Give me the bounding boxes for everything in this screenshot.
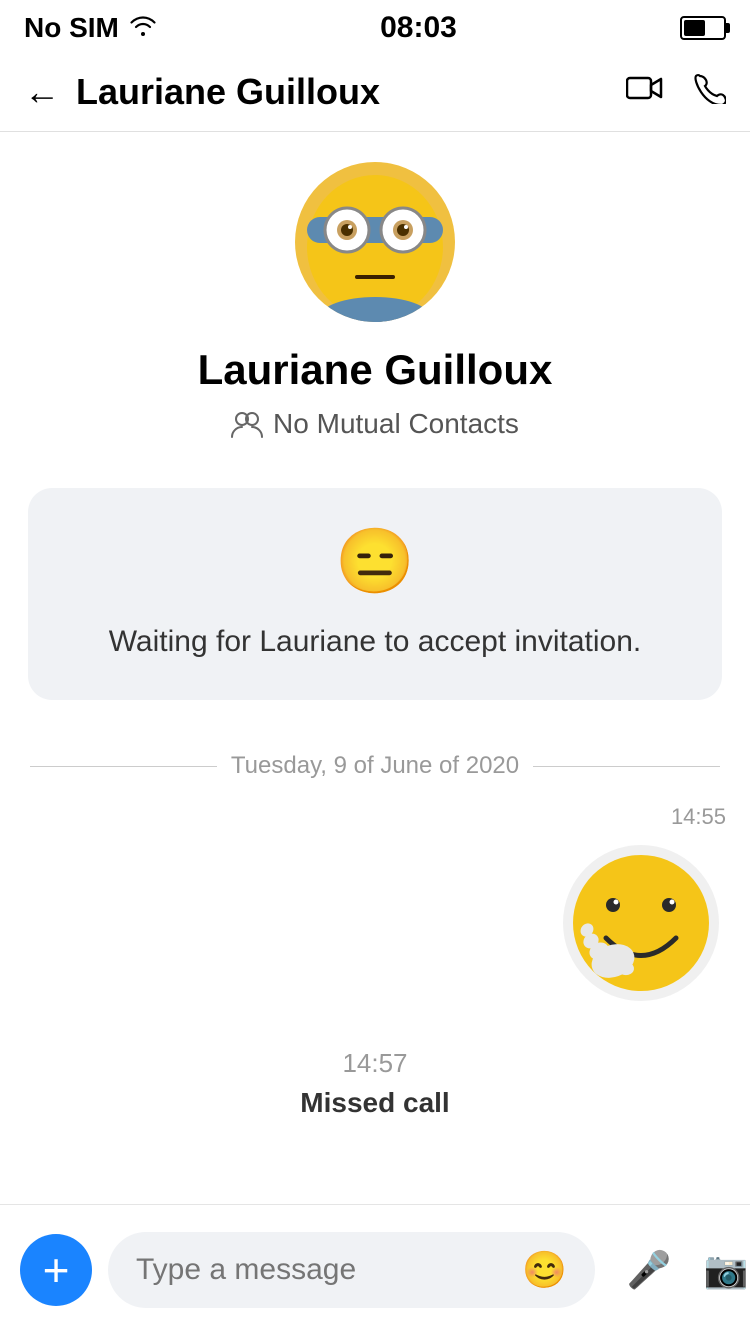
waiting-card: 😑 Waiting for Lauriane to accept invitat… bbox=[28, 488, 722, 700]
wifi-icon bbox=[129, 14, 157, 43]
nav-bar: ← Lauriane Guilloux bbox=[0, 52, 750, 132]
carrier-text: No SIM bbox=[24, 12, 119, 44]
nav-icons bbox=[626, 72, 726, 112]
camera-button[interactable]: 📷 bbox=[704, 1249, 749, 1291]
input-bar: + 😊 🎤 📷 bbox=[0, 1204, 750, 1334]
add-button[interactable]: + bbox=[20, 1234, 92, 1306]
profile-name: Lauriane Guilloux bbox=[198, 346, 553, 394]
status-left: No SIM bbox=[24, 12, 157, 44]
battery-icon bbox=[680, 16, 726, 40]
nav-title: Lauriane Guilloux bbox=[76, 71, 626, 113]
video-call-icon[interactable] bbox=[626, 73, 664, 110]
sent-message-sticker: 14:55 bbox=[24, 804, 726, 1008]
messages-area: 14:55 bbox=[0, 804, 750, 1139]
mutual-contacts: No Mutual Contacts bbox=[231, 408, 519, 440]
waiting-text: Waiting for Lauriane to accept invitatio… bbox=[109, 619, 642, 664]
date-text: Tuesday, 9 of June of 2020 bbox=[231, 752, 519, 780]
emoji-button[interactable]: 😊 bbox=[522, 1249, 567, 1291]
system-message-time: 14:57 bbox=[342, 1048, 407, 1079]
status-right bbox=[680, 16, 726, 40]
system-message-missed-call: 14:57 Missed call bbox=[24, 1028, 726, 1139]
status-bar: No SIM 08:03 bbox=[0, 0, 750, 52]
sticker-container bbox=[556, 838, 726, 1008]
battery-fill bbox=[684, 20, 705, 36]
message-input[interactable] bbox=[136, 1253, 522, 1287]
phone-call-icon[interactable] bbox=[694, 72, 726, 112]
status-time: 08:03 bbox=[380, 11, 457, 45]
chat-content: Lauriane Guilloux No Mutual Contacts 😑 W… bbox=[0, 132, 750, 1204]
date-separator: Tuesday, 9 of June of 2020 bbox=[0, 728, 750, 804]
avatar bbox=[295, 162, 455, 322]
add-icon: + bbox=[43, 1247, 70, 1293]
message-input-container: 😊 bbox=[108, 1232, 595, 1308]
message-time-1455: 14:55 bbox=[671, 804, 726, 830]
system-message-text: Missed call bbox=[300, 1087, 449, 1119]
date-line-left bbox=[30, 766, 217, 767]
waiting-emoji: 😑 bbox=[335, 524, 415, 599]
date-line-right bbox=[533, 766, 720, 767]
profile-section: Lauriane Guilloux No Mutual Contacts bbox=[0, 132, 750, 460]
mutual-contacts-label: No Mutual Contacts bbox=[273, 408, 519, 440]
microphone-button[interactable]: 🎤 bbox=[627, 1249, 672, 1291]
back-button[interactable]: ← bbox=[24, 71, 60, 113]
